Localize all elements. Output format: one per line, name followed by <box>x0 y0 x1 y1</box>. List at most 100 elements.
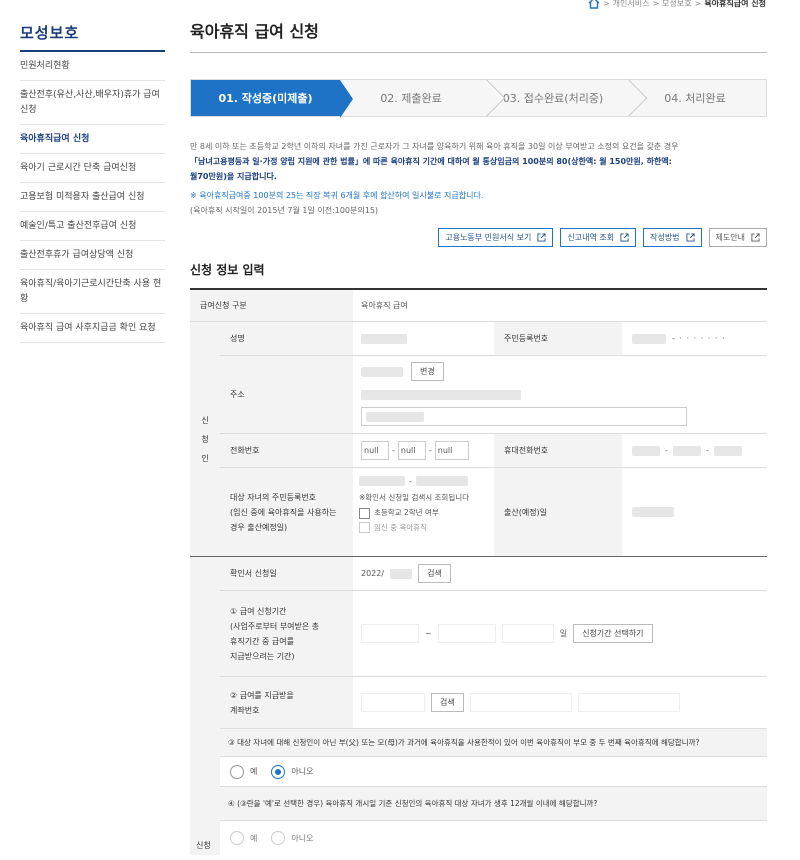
home-icon[interactable] <box>588 0 600 9</box>
q3-radio-group: 예 아니오 <box>220 757 313 786</box>
sidebar-item-parental-leave[interactable]: 육아휴직급여 신청 <box>20 125 165 154</box>
q4-yes-label: 예 <box>250 833 258 843</box>
masked-name <box>361 333 407 344</box>
period-days-input[interactable] <box>501 624 554 643</box>
law-name: 「남녀고용평등과 일·가정 양립 지원에 관한 법률」 <box>190 157 363 166</box>
form-row-type: 급여신청 구분 육아휴직 급여 <box>190 290 767 322</box>
account-fields: 검색 <box>353 677 680 728</box>
period-select-button[interactable]: 신청기간 선택하기 <box>573 624 653 643</box>
pregnancy-checkbox-row[interactable]: 임신 중 육아휴직 <box>359 522 488 533</box>
form-row-q3: ③ 대상 자녀에 대해 신청인이 아닌 부(父) 또는 모(母)가 과거에 육아… <box>220 729 767 757</box>
system-guide-button[interactable]: 제도안내 <box>708 228 767 247</box>
step-1: 01. 작성중(미제출) <box>191 80 354 118</box>
confirm-date-search-button[interactable]: 검색 <box>418 564 451 583</box>
sidebar-title: 모성보호 <box>20 22 165 52</box>
how-to-button[interactable]: 작성방법 <box>643 228 702 247</box>
child-label-line: 대상 자녀의 주민등록번호 <box>230 492 317 502</box>
breadcrumb-sep: > <box>694 0 702 8</box>
account-label-line: ② 급여를 지급받을 <box>230 690 294 700</box>
period-end-input[interactable] <box>437 624 496 643</box>
address-detail-input[interactable] <box>361 407 687 426</box>
phone-input-3[interactable]: null <box>434 441 469 460</box>
form-row-period: ① 급여 신청기간 (사업주로부터 부여받은 총 휴직기간 중 급여를 지급받으… <box>220 591 767 677</box>
sidebar-item-uninsured-birth[interactable]: 고용보험 미적용자 출산급여 신청 <box>20 183 165 212</box>
sidebar-item-status[interactable]: 민원처리현황 <box>20 52 165 81</box>
q4-yes-radio[interactable] <box>230 831 244 845</box>
form-view-button[interactable]: 고용노동부 민원서식 보기 <box>438 228 554 247</box>
pregnancy-checkbox[interactable] <box>359 522 370 533</box>
sidebar-item-artist-birth[interactable]: 예술인/특고 출산전후급여 신청 <box>20 212 165 241</box>
account-search-button[interactable]: 검색 <box>431 693 464 712</box>
breadcrumb-sep: > <box>652 0 660 8</box>
group-char: 신 <box>201 415 209 425</box>
type-label: 급여신청 구분 <box>190 290 353 321</box>
notice-line: 「남녀고용평등과 일·가정 양립 지원에 관한 법률」에 따른 육아휴직 기간에… <box>190 154 767 169</box>
how-to-label: 작성방법 <box>650 233 680 242</box>
action-buttons: 고용노동부 민원서식 보기 신고내역 조회 작성방법 제도안내 <box>190 228 767 247</box>
bank-input[interactable] <box>361 693 425 712</box>
page-title: 육아휴직 급여 신청 <box>190 18 767 53</box>
external-link-icon <box>751 233 760 242</box>
step-2: 02. 제출완료 <box>380 92 442 105</box>
q3-yes-label: 예 <box>250 767 258 776</box>
type-value: 육아휴직 급여 <box>361 301 408 310</box>
child-label-line: 경우 출산예정일) <box>230 522 288 532</box>
phone-input-1[interactable]: null <box>361 441 389 460</box>
notice-highlight: 에 따른 육아휴직 기간에 대하여 월 통상임금의 100분의 80(상한액: … <box>362 157 672 166</box>
name-value <box>353 322 494 355</box>
name-label: 성명 <box>220 322 353 355</box>
external-link-icon <box>685 233 695 242</box>
form-row-phone: 전화번호 null - null - null 휴대전화번호 -- <box>220 434 767 468</box>
sidebar: 모성보호 민원처리현황 출산전후(유산,사산,배우자)휴가 급여신청 육아휴직급… <box>20 22 165 343</box>
form-row-account: ② 급여를 지급받을 계좌번호 검색 <box>220 677 767 729</box>
progress-steps: 01. 작성중(미제출) 02. 제출완료 03. 접수완료(처리중) 04. … <box>190 79 767 118</box>
history-button[interactable]: 신고내역 조회 <box>560 228 637 247</box>
sidebar-item-usage-status[interactable]: 육아휴직/육아기근로시간단축 사용 현황 <box>20 270 165 314</box>
application-block: 신청 확인서 신청일 2022/ 검색 ① 급여 신청기간 (사업주로부터 부여… <box>190 557 767 855</box>
elementary-checkbox-row[interactable]: 초등학교 2학년 여부 <box>359 507 488 519</box>
q4-no-radio[interactable] <box>271 831 286 845</box>
sidebar-item-deferred-pay[interactable]: 육아휴직 급여 사후지급금 확인 요청 <box>20 314 165 343</box>
confirm-date-value: 2022/ 검색 <box>353 557 451 590</box>
notice-sub: (육아휴직 시작일이 2015년 7월 1일 이전:100분의15) <box>190 206 379 215</box>
q4-no-label: 아니오 <box>291 833 314 843</box>
notice: 만 8세 이하 또는 초등학교 2학년 이하의 자녀를 가진 근로자가 그 자녀… <box>190 139 767 218</box>
history-label: 신고내역 조회 <box>567 233 615 242</box>
q3-no-label: 아니오 <box>291 767 314 776</box>
masked-rrn <box>632 333 666 344</box>
q3-no-radio[interactable] <box>271 764 286 779</box>
mobile-label: 휴대전화번호 <box>494 434 622 467</box>
system-guide-label: 제도안내 <box>715 233 745 242</box>
phone-input-2[interactable]: null <box>397 441 426 460</box>
q4-text: ④ (③란을 '예'로 선택한 경우) 육아휴직 개시일 기준 신청인의 육아휴… <box>220 787 767 820</box>
period-fields: ~ 일 신청기간 선택하기 <box>353 591 653 676</box>
pregnancy-checkbox-label: 임신 중 육아휴직 <box>374 522 428 532</box>
breadcrumb-sep: > <box>602 0 610 8</box>
sidebar-item-equivalent-pay[interactable]: 출산전후휴가 급여상당액 신청 <box>20 241 165 270</box>
address-change-button[interactable]: 변경 <box>411 362 444 381</box>
period-start-input[interactable] <box>361 624 419 643</box>
period-label-line: 휴직기간 중 급여를 <box>230 636 294 646</box>
account-number-input[interactable] <box>469 693 572 712</box>
external-link-icon <box>620 233 629 242</box>
confirm-date-label: 확인서 신청일 <box>220 557 353 590</box>
breadcrumb-item[interactable]: 모성보호 <box>662 0 691 9</box>
sidebar-item-reduced-hours[interactable]: 육아기 근로시간 단축 급여신청 <box>20 154 165 183</box>
sidebar-item-maternity-leave[interactable]: 출산전후(유산,사산,배우자)휴가 급여신청 <box>20 81 165 125</box>
breadcrumb-item[interactable]: 개인서비스 <box>613 0 650 9</box>
notice-line: 월70만원)을 지급합니다. <box>190 172 277 181</box>
applicant-group-label: 신 청 인 <box>190 322 220 556</box>
period-label: ① 급여 신청기간 (사업주로부터 부여받은 총 휴직기간 중 급여를 지급받으… <box>220 591 353 676</box>
breadcrumb: > 개인서비스 > 모성보호 > 육아휴직급여 신청 <box>588 0 766 9</box>
q3-yes-radio[interactable] <box>230 764 244 779</box>
account-label: ② 급여를 지급받을 계좌번호 <box>220 677 353 728</box>
group-char: 신청 <box>196 841 211 850</box>
group-char: 인 <box>201 453 209 463</box>
rrn-mask: - · · · · · · · <box>672 334 726 343</box>
notice-sub: ※ 육아휴직급여중 100분의 25는 직장 복귀 6개월 후에 합산하여 일시… <box>190 191 484 200</box>
period-label-line: ① 급여 신청기간 <box>230 606 287 616</box>
account-holder-input[interactable] <box>577 693 680 712</box>
elementary-checkbox[interactable] <box>359 507 370 519</box>
child-label-line: (임신 중에 육아휴직을 사용하는 <box>230 507 337 517</box>
form-view-label: 고용노동부 민원서식 보기 <box>445 233 532 242</box>
